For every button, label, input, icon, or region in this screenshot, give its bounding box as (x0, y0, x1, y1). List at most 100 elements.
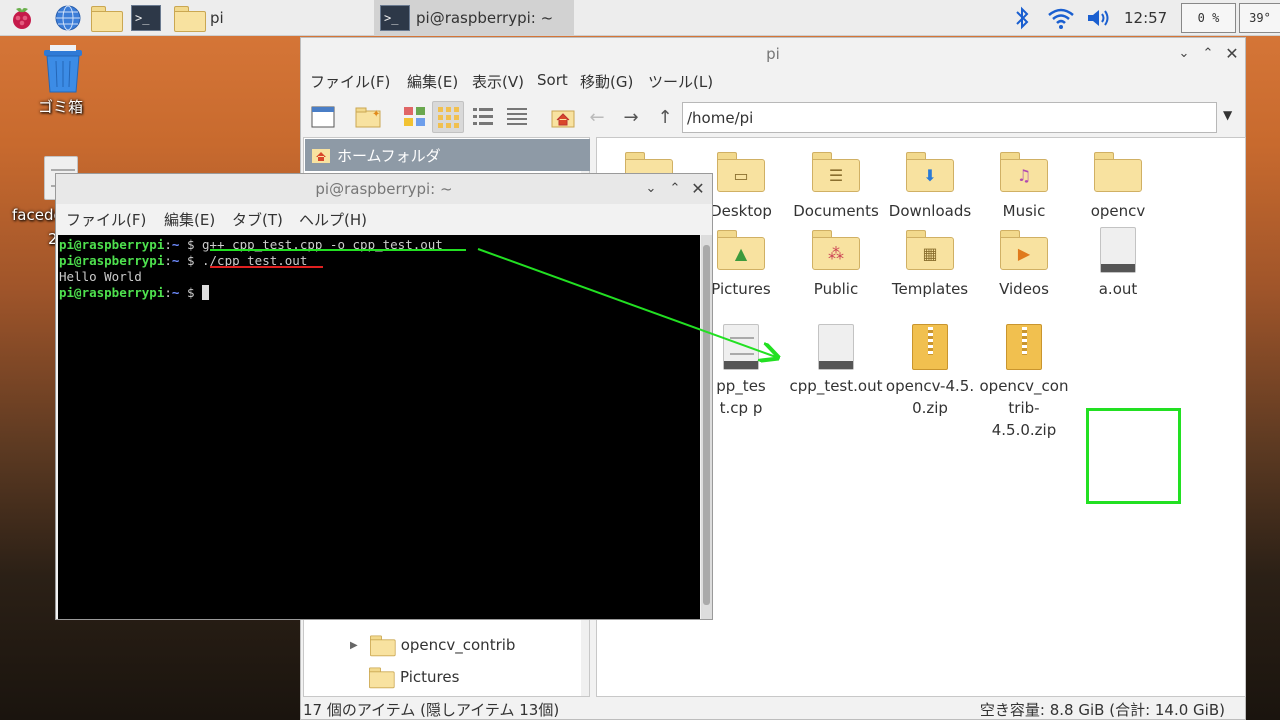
terminal-line: pi@raspberrypi:~ $ ./cpp_test.out (59, 253, 308, 268)
item-count: 17 個のアイテム (隠しアイテム 13個) (303, 701, 560, 719)
terminal-line: pi@raspberrypi:~ $ g++ cpp_test.cpp -o c… (59, 237, 443, 252)
new-window-icon[interactable] (307, 101, 339, 133)
compact-view-icon[interactable] (467, 101, 499, 133)
templates-folder-icon: ▦ (906, 230, 954, 270)
home-icon (312, 149, 330, 163)
task-label: pi@raspberrypi: ~ (416, 9, 554, 27)
menu-go[interactable]: 移動(G) (580, 71, 633, 92)
source-file-icon (723, 324, 759, 370)
forward-arrow-icon[interactable]: → (615, 101, 647, 133)
scrollbar-thumb[interactable] (703, 245, 710, 605)
text-cursor (202, 285, 209, 300)
videos-folder-icon: ▶ (1000, 230, 1048, 270)
desktop-folder-icon: ▭ (717, 152, 765, 192)
documents-folder-icon: ☰ (812, 152, 860, 192)
icon-view-icon[interactable] (432, 101, 464, 133)
executable-file-icon (1100, 227, 1136, 273)
public-folder-icon: ⁂ (812, 230, 860, 270)
file-item-opencv-contrib-zip[interactable]: opencv_con trib-4.5.0.zip (977, 321, 1071, 441)
folder-icon (174, 6, 206, 32)
task-file-manager[interactable]: pi (168, 0, 373, 36)
close-icon[interactable]: ✕ (687, 174, 709, 204)
minimize-icon[interactable]: ⌄ (640, 174, 662, 204)
terminal-launcher-icon[interactable]: >_ (129, 3, 163, 33)
file-item-public[interactable]: ⁂ Public (789, 224, 883, 300)
bluetooth-icon[interactable] (1010, 3, 1034, 33)
folder-icon (369, 635, 396, 657)
downloads-folder-icon: ⬇ (906, 152, 954, 192)
file-item-music[interactable]: ♫ Music (977, 146, 1071, 222)
up-arrow-icon[interactable]: ↑ (649, 101, 681, 133)
menu-edit[interactable]: 編集(E) (407, 71, 458, 92)
folder-icon (1094, 152, 1142, 192)
executable-file-icon (818, 324, 854, 370)
maximize-icon[interactable]: ⌃ (664, 174, 686, 204)
zip-file-icon (1006, 324, 1042, 370)
expand-arrow-icon[interactable]: ▶ (350, 640, 358, 651)
minimize-icon[interactable]: ⌄ (1173, 38, 1195, 70)
window-title: pi@raspberrypi: ~ (56, 174, 712, 204)
task-terminal[interactable]: >_ pi@raspberrypi: ~ (374, 0, 574, 36)
terminal-line: pi@raspberrypi:~ $ (59, 285, 699, 301)
file-item-templates[interactable]: ▦ Templates (883, 224, 977, 300)
sidebar-item-pictures[interactable]: Pictures (304, 663, 579, 691)
pictures-folder-icon (369, 667, 395, 689)
pictures-folder-icon: ▲ (717, 230, 765, 270)
file-item-opencv-zip[interactable]: opencv-4.5. 0.zip (883, 321, 977, 419)
terminal-icon: >_ (380, 5, 410, 31)
list-view-icon[interactable] (501, 101, 533, 133)
terminal-scrollbar[interactable] (701, 235, 712, 619)
file-item-downloads[interactable]: ⬇ Downloads (883, 146, 977, 222)
home-icon[interactable] (547, 101, 579, 133)
file-item-videos[interactable]: ▶ Videos (977, 224, 1071, 300)
task-label: pi (210, 9, 224, 27)
menu-tab[interactable]: タブ(T) (232, 209, 283, 230)
clock[interactable]: 12:57 (1124, 0, 1167, 36)
sidebar-home-item[interactable]: ホームフォルダ (305, 139, 590, 171)
new-folder-icon[interactable]: ✦ (352, 101, 384, 133)
path-dropdown-icon[interactable]: ▼ (1223, 108, 1232, 122)
maximize-icon[interactable]: ⌃ (1197, 38, 1219, 70)
volume-icon[interactable] (1084, 3, 1114, 33)
file-manager-launcher-icon[interactable] (89, 3, 123, 33)
status-bar: 17 個のアイテム (隠しアイテム 13個) 空き容量: 8.8 GiB (合計… (301, 698, 1245, 720)
back-arrow-icon[interactable]: ← (581, 101, 613, 133)
zip-file-icon (912, 324, 948, 370)
svg-text:✦: ✦ (372, 109, 380, 120)
menu-sort[interactable]: Sort (537, 71, 568, 89)
terminal-screen[interactable]: pi@raspberrypi:~ $ g++ cpp_test.cpp -o c… (58, 235, 700, 619)
file-item-cpp-test-out[interactable]: cpp_test.out (789, 321, 883, 397)
file-item-opencv[interactable]: opencv (1071, 146, 1165, 222)
web-browser-icon[interactable] (52, 3, 84, 33)
file-item-documents[interactable]: ☰ Documents (789, 146, 883, 222)
sidebar-item-opencv-contrib[interactable]: ▶ opencv_contrib (304, 631, 579, 659)
menu-file[interactable]: ファイル(F) (310, 71, 390, 92)
menu-tools[interactable]: ツール(L) (648, 71, 713, 92)
menu-edit[interactable]: 編集(E) (164, 209, 215, 230)
disk-space: 空き容量: 8.8 GiB (合計: 14.0 GiB) (979, 701, 1225, 719)
terminal-output: Hello World (59, 269, 142, 284)
menu-file[interactable]: ファイル(F) (66, 209, 146, 230)
file-item-a-out[interactable]: a.out (1071, 224, 1165, 300)
wifi-icon[interactable] (1045, 3, 1077, 33)
taskbar: >_ pi >_ pi@raspberrypi: ~ 12:57 0 % 39° (0, 0, 1280, 36)
command-compile: g++ cpp_test.cpp -o cpp_test.out (202, 237, 443, 252)
cpu-monitor[interactable]: 0 % (1181, 3, 1236, 33)
thumbnail-view-icon[interactable] (399, 101, 431, 133)
terminal-window: pi@raspberrypi: ~ ⌄ ⌃ ✕ ファイル(F) 編集(E) タブ… (55, 173, 713, 620)
trash-label: ゴミ箱 (38, 98, 84, 116)
terminal-menu-bar: ファイル(F) 編集(E) タブ(T) ヘルプ(H) (56, 204, 712, 234)
highlight-box (1086, 408, 1181, 504)
window-title: pi (766, 45, 780, 63)
trash-desktop-icon[interactable] (40, 42, 86, 98)
temperature-monitor[interactable]: 39° (1239, 3, 1280, 33)
menu-bar: ファイル(F) 編集(E) 表示(V) Sort 移動(G) ツール(L) (301, 68, 1245, 96)
menu-view[interactable]: 表示(V) (472, 71, 524, 92)
music-folder-icon: ♫ (1000, 152, 1048, 192)
close-icon[interactable]: ✕ (1221, 38, 1243, 70)
menu-help[interactable]: ヘルプ(H) (299, 209, 367, 230)
command-run: ./cpp_test.out (202, 253, 308, 268)
raspberry-menu-icon[interactable] (6, 3, 38, 33)
path-input[interactable]: /home/pi (682, 102, 1217, 133)
toolbar: ✦ ← → ↑ /home/pi ▼ (301, 98, 1245, 136)
